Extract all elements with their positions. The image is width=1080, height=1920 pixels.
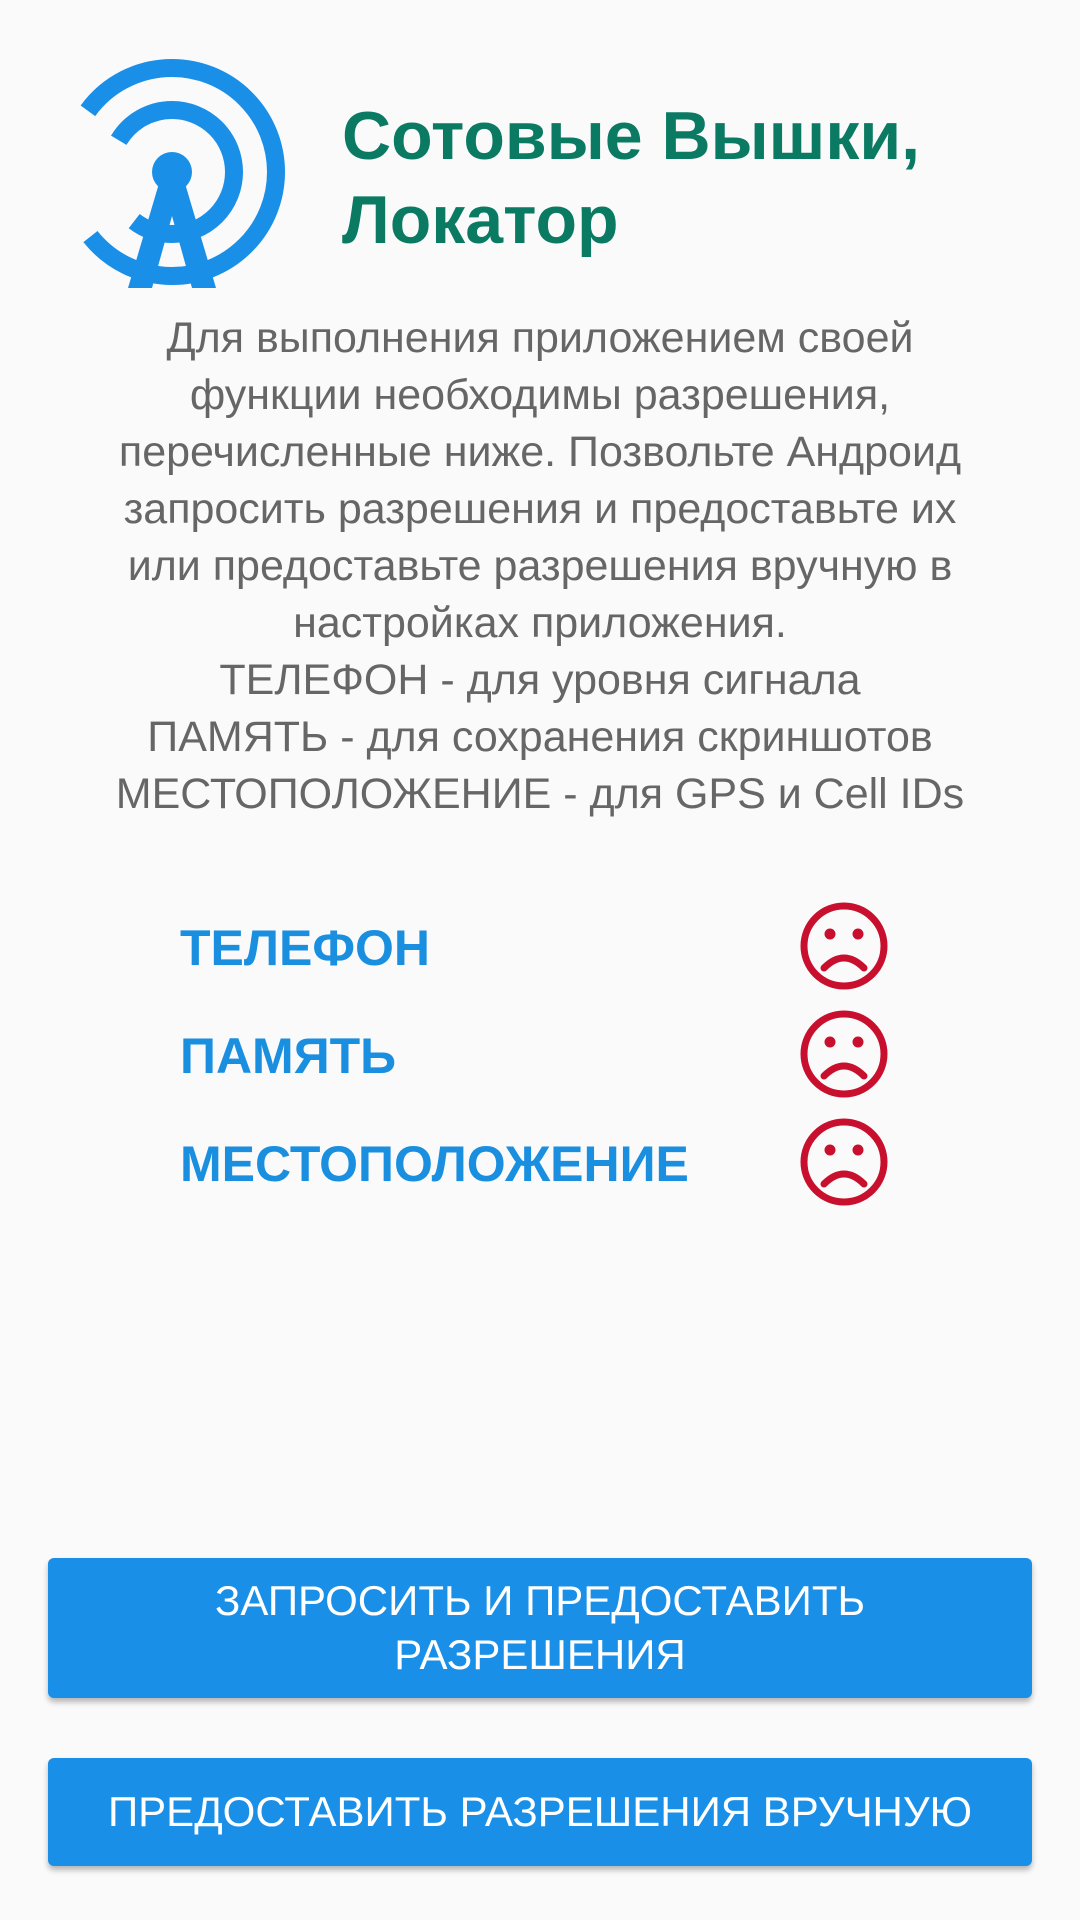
description-line: функции необходимы разрешения, [189,371,891,419]
grant-manually-button[interactable]: ПРЕДОСТАВИТЬ РАЗРЕШЕНИЯ ВРУЧНУЮ [48,1758,1032,1866]
sad-face-icon [800,1118,888,1206]
description-line: запросить разрешения и предоставьте их [123,485,957,533]
description-line: ТЕЛЕФОН - для уровня сигнала [219,656,861,704]
description-line: перечисленные ниже. Позвольте Андроид [118,428,962,476]
permissions-list: ТЕЛЕФОН ПАМЯТЬ МЕСТОПОЛОЖЕНИЕ [180,900,900,1224]
app-title: Сотовые Вышки, Локатор [342,98,921,258]
request-permissions-button[interactable]: ЗАПРОСИТЬ И ПРЕДОСТАВИТЬ РАЗРЕШЕНИЯ [48,1558,1032,1698]
description-line: или предоставьте разрешения вручную в [127,542,953,590]
permission-row-phone: ТЕЛЕФОН [180,900,900,1008]
sad-face-icon [800,902,888,990]
permission-row-storage: ПАМЯТЬ [180,1008,900,1116]
permission-label-phone: ТЕЛЕФОН [180,920,430,976]
grant-manually-label: ПРЕДОСТАВИТЬ РАЗРЕШЕНИЯ ВРУЧНУЮ [107,1788,972,1835]
description-line: Для выполнения приложением своей [166,314,914,362]
cell-tower-icon [59,59,285,288]
permission-label-location: МЕСТОПОЛОЖЕНИЕ [180,1136,689,1192]
sad-face-icon [800,1010,888,1098]
description-line: МЕСТОПОЛОЖЕНИЕ - для GPS и Cell IDs [115,770,965,818]
request-permissions-label: ЗАПРОСИТЬ И ПРЕДОСТАВИТЬ РАЗРЕШЕНИЯ [214,1577,866,1678]
permission-row-location: МЕСТОПОЛОЖЕНИЕ [180,1116,900,1224]
description-line: ПАМЯТЬ - для сохранения скриншотов [147,713,933,761]
app-header: Сотовые Вышки, Локатор [56,56,1026,288]
permission-label-storage: ПАМЯТЬ [180,1028,397,1084]
description-line: настройках приложения. [293,599,787,647]
permissions-description: Для выполнения приложением своей функции… [40,310,1040,823]
